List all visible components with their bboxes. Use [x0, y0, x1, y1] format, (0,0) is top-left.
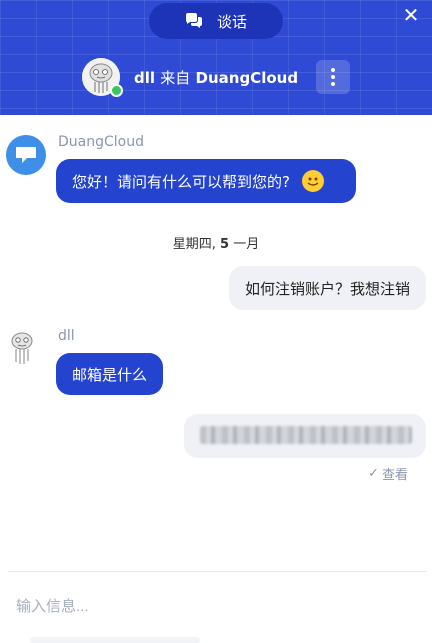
more-options-button[interactable] — [316, 60, 350, 94]
org-name: DuangCloud — [195, 68, 299, 87]
date-day: 5 — [220, 237, 230, 252]
date-separator: 星期四, 5 一月 — [0, 233, 432, 252]
avatar — [82, 58, 123, 97]
more-vertical-icon — [331, 68, 335, 72]
date-weekday: 星期四, — [172, 237, 216, 252]
check-icon: ✓ — [368, 466, 379, 481]
bottom-bar — [30, 637, 200, 643]
chat-bubbles-icon — [185, 13, 202, 28]
message-input[interactable] — [16, 594, 396, 618]
close-button[interactable]: ✕ — [400, 4, 422, 26]
greeting-message: 您好！请问有什么可以帮到您的? — [56, 159, 356, 203]
chat-bubble-icon — [16, 147, 36, 163]
agent-sender-name: dll — [58, 328, 75, 344]
agent-message: 邮箱是什么 — [56, 353, 164, 395]
composer-divider — [8, 571, 426, 572]
bot-avatar — [6, 135, 46, 175]
dot — [331, 82, 335, 86]
date-month: 一月 — [233, 237, 260, 252]
online-status-dot — [110, 84, 123, 97]
agent-title: dll 来自 DuangCloud — [134, 67, 298, 88]
agent-avatar-icon — [11, 332, 33, 364]
tab-conversation[interactable]: 谈话 — [149, 3, 283, 39]
close-icon: ✕ — [402, 3, 420, 27]
seen-label: 查看 — [381, 468, 408, 483]
user-message: 如何注销账户？我想注销 — [228, 266, 426, 310]
redacted-text — [200, 426, 412, 444]
greeting-text: 您好！请问有什么可以帮到您的? — [72, 172, 290, 191]
agent-info: dll 来自 DuangCloud — [82, 58, 298, 97]
tab-label: 谈话 — [216, 12, 247, 31]
agent-name: dll — [134, 68, 156, 87]
seen-status: ✓ 查看 — [368, 464, 408, 483]
smile-emoji-icon — [301, 170, 324, 192]
user-message-text: 如何注销账户？我想注销 — [244, 279, 410, 298]
from-label: 来自 — [160, 68, 191, 87]
agent-message-text: 邮箱是什么 — [72, 365, 148, 384]
chat-header: 谈话 ✕ dll 来自 DuangCloud — [0, 0, 432, 115]
bot-sender-name: DuangCloud — [58, 134, 144, 150]
dot — [331, 75, 335, 79]
